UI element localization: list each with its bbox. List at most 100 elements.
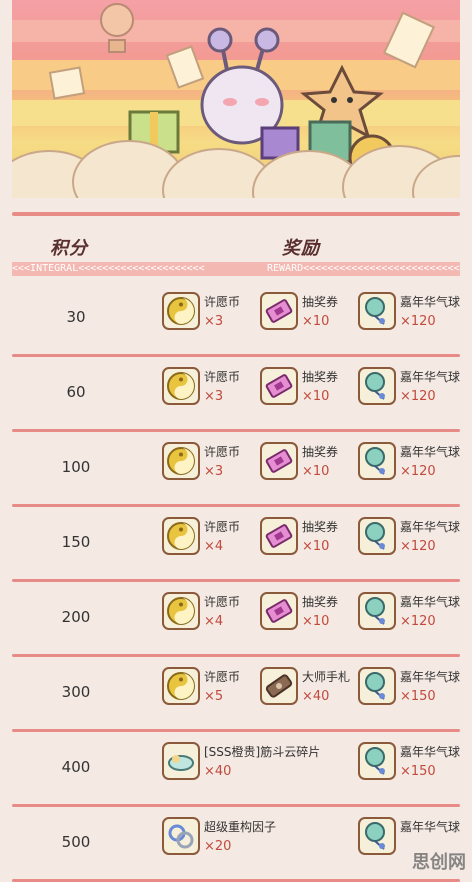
reward-quantity: ×40 [302, 689, 330, 704]
reward-item[interactable]: 嘉年华气球 ×120 [358, 367, 460, 415]
reward-name: 嘉年华气球 [400, 370, 461, 384]
balloon-icon [358, 742, 396, 780]
reward-name: 嘉年华气球 [400, 520, 461, 534]
points-value: 300 [61, 683, 91, 701]
header-ribbon: <<<INTEGRAL<<<<<<<<<<<<<<<<<<<<< REWARD<… [12, 262, 460, 276]
reward-item[interactable]: 嘉年华气球 ×150 [358, 742, 460, 790]
points-value: 150 [61, 533, 91, 551]
ticket-icon [260, 292, 298, 330]
rings-icon [162, 817, 200, 855]
reward-item[interactable]: 许愿币 ×3 [162, 292, 260, 340]
watermark: 思创网 [412, 852, 466, 873]
coin-icon [162, 442, 200, 480]
balloon-icon [358, 367, 396, 405]
reward-name: 许愿币 [204, 595, 241, 609]
reward-item[interactable]: 抽奖券 ×10 [260, 367, 358, 415]
reward-name: 抽奖券 [302, 295, 339, 309]
points-value: 60 [66, 383, 86, 401]
reward-row: 60 许愿币 ×3 抽奖券 ×10 嘉年华气球 ×120 [12, 357, 460, 432]
reward-quantity: ×10 [302, 539, 330, 554]
ticket-icon [260, 367, 298, 405]
coin-icon [162, 667, 200, 705]
reward-item[interactable]: 嘉年华气球 ×120 [358, 292, 460, 340]
reward-item[interactable]: 抽奖券 ×10 [260, 292, 358, 340]
reward-quantity: ×10 [302, 389, 330, 404]
points-value: 500 [61, 833, 91, 851]
points-column-header: 积分 [50, 238, 88, 259]
reward-row: 100 许愿币 ×3 抽奖券 ×10 嘉年华气球 ×120 [12, 432, 460, 507]
reward-item[interactable]: 许愿币 ×3 [162, 367, 260, 415]
reward-quantity: ×10 [302, 314, 330, 329]
reward-quantity: ×10 [302, 464, 330, 479]
reward-quantity: ×150 [400, 764, 436, 779]
reward-quantity: ×120 [400, 389, 436, 404]
reward-row: 500 超级重构因子 ×20 嘉年华气球 [12, 807, 460, 882]
reward-name: 许愿币 [204, 370, 241, 384]
header-divider [12, 212, 460, 216]
reward-quantity: ×10 [302, 614, 330, 629]
reward-quantity: ×40 [204, 764, 232, 779]
reward-quantity: ×3 [204, 389, 224, 404]
reward-name: [SSS橙贵]筋斗云碎片 [204, 745, 321, 759]
coin-icon [162, 367, 200, 405]
reward-name: 许愿币 [204, 520, 241, 534]
points-value: 400 [61, 758, 91, 776]
reward-item[interactable]: 许愿币 ×4 [162, 592, 260, 640]
reward-name: 大师手札 [302, 670, 351, 684]
balloon-icon [358, 667, 396, 705]
reward-quantity: ×120 [400, 464, 436, 479]
reward-name: 嘉年华气球 [400, 295, 461, 309]
reward-row: 200 许愿币 ×4 抽奖券 ×10 嘉年华气球 ×120 [12, 582, 460, 657]
reward-quantity: ×120 [400, 614, 436, 629]
reward-item[interactable]: 许愿币 ×5 [162, 667, 260, 715]
reward-row: 150 许愿币 ×4 抽奖券 ×10 嘉年华气球 ×120 [12, 507, 460, 582]
reward-item[interactable]: 大师手札 ×40 [260, 667, 358, 715]
reward-name: 抽奖券 [302, 520, 339, 534]
balloon-icon [358, 592, 396, 630]
reward-item[interactable]: 嘉年华气球 ×120 [358, 592, 460, 640]
reward-name: 抽奖券 [302, 595, 339, 609]
reward-item[interactable]: 超级重构因子 ×20 [162, 817, 352, 865]
reward-name: 超级重构因子 [204, 820, 277, 834]
event-banner [12, 0, 460, 198]
reward-name: 抽奖券 [302, 445, 339, 459]
reward-item[interactable]: 抽奖券 ×10 [260, 592, 358, 640]
points-value: 30 [66, 308, 86, 326]
reward-item[interactable]: 抽奖券 ×10 [260, 517, 358, 565]
balloon-icon [358, 442, 396, 480]
reward-quantity: ×5 [204, 689, 224, 704]
reward-quantity: ×120 [400, 314, 436, 329]
reward-name: 抽奖券 [302, 370, 339, 384]
scroll-icon [260, 667, 298, 705]
reward-item[interactable]: 许愿币 ×4 [162, 517, 260, 565]
reward-quantity: ×3 [204, 464, 224, 479]
coin-icon [162, 517, 200, 555]
reward-item[interactable]: 嘉年华气球 ×120 [358, 442, 460, 490]
reward-item[interactable]: 许愿币 ×3 [162, 442, 260, 490]
balloon-icon [358, 292, 396, 330]
reward-quantity: ×4 [204, 539, 224, 554]
ribbon-reward-text: REWARD<<<<<<<<<<<<<<<<<<<<<<<<<<<<<< [267, 263, 460, 274]
reward-quantity: ×150 [400, 689, 436, 704]
reward-row: 400 [SSS橙贵]筋斗云碎片 ×40 嘉年华气球 ×150 [12, 732, 460, 807]
reward-row: 300 许愿币 ×5 大师手札 ×40 嘉年华气球 ×150 [12, 657, 460, 732]
reward-item[interactable]: 嘉年华气球 ×120 [358, 517, 460, 565]
reward-name: 嘉年华气球 [400, 445, 461, 459]
ribbon-integral-text: <<<INTEGRAL<<<<<<<<<<<<<<<<<<<<< [12, 263, 205, 274]
reward-row: 30 许愿币 ×3 抽奖券 ×10 嘉年华气球 ×120 [12, 282, 460, 357]
reward-name: 嘉年华气球 [400, 595, 461, 609]
reward-name: 嘉年华气球 [400, 745, 461, 759]
ticket-icon [260, 517, 298, 555]
points-value: 200 [61, 608, 91, 626]
reward-item[interactable]: [SSS橙贵]筋斗云碎片 ×40 [162, 742, 352, 790]
ticket-icon [260, 442, 298, 480]
ticket-icon [260, 592, 298, 630]
reward-item[interactable]: 抽奖券 ×10 [260, 442, 358, 490]
balloon-icon [358, 517, 396, 555]
reward-quantity: ×120 [400, 539, 436, 554]
reward-name: 嘉年华气球 [400, 670, 461, 684]
reward-name: 许愿币 [204, 445, 241, 459]
reward-item[interactable]: 嘉年华气球 ×150 [358, 667, 460, 715]
rewards-column-header: 奖励 [282, 238, 320, 259]
reward-quantity: ×20 [204, 839, 232, 854]
